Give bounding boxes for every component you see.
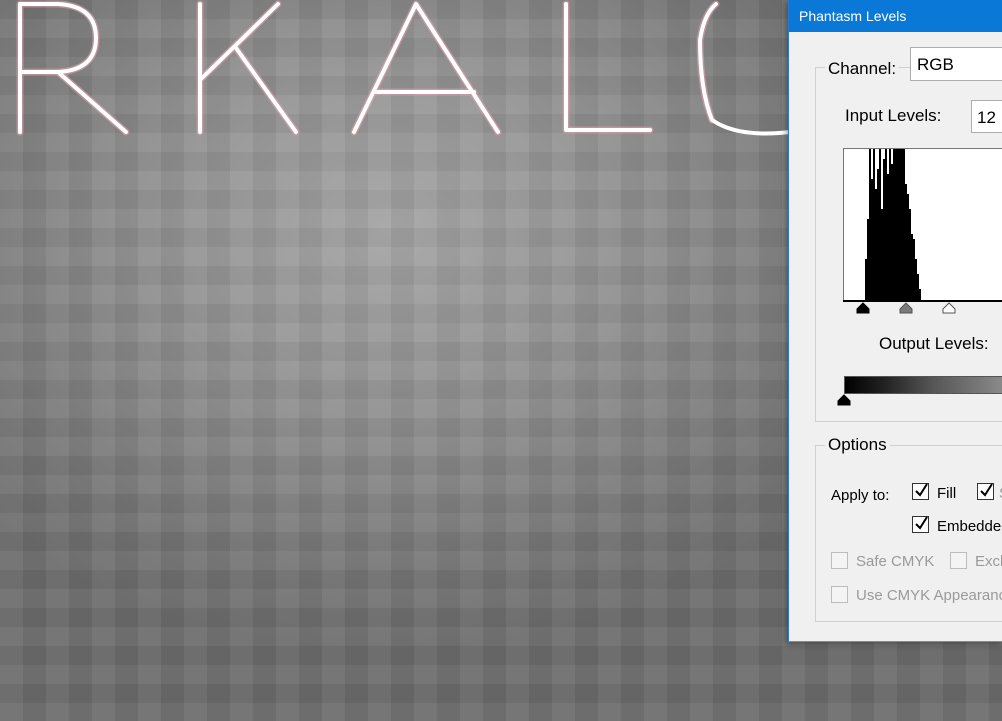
checkmark-icon [980, 483, 993, 497]
levels-histogram [843, 148, 1002, 301]
exclude-checkbox-label: Exclu [975, 553, 1002, 570]
input-levels-label: Input Levels: [845, 106, 942, 125]
checkmark-icon [915, 516, 928, 530]
dialog-body: Channel: RGB Input Levels: 12 Output Lev… [789, 32, 1002, 641]
exclude-checkbox[interactable] [950, 552, 967, 569]
output-levels-label: Output Levels: [879, 334, 989, 353]
embedded-checkbox-label: Embedded [937, 518, 1002, 535]
fill-checkbox-label: Fill [937, 485, 957, 502]
channel-dropdown[interactable]: RGB [910, 47, 1002, 81]
input-black-level-value: 12 [977, 108, 996, 127]
embedded-checkbox[interactable] [912, 516, 929, 533]
use-cmyk-appearance-checkbox-label: Use CMYK Appearance [856, 587, 1002, 604]
channel-label: Channel: [825, 59, 900, 79]
artwork-outline-text[interactable] [0, 0, 790, 140]
output-black-point-slider[interactable] [837, 394, 851, 406]
input-black-point-slider[interactable] [856, 302, 870, 314]
fill-checkbox[interactable] [912, 483, 929, 500]
channel-dropdown-value: RGB [917, 55, 954, 74]
safe-cmyk-checkbox-label: Safe CMYK [856, 553, 935, 570]
use-cmyk-appearance-checkbox[interactable] [831, 586, 848, 603]
options-legend: Options [825, 435, 890, 455]
input-black-level-field[interactable]: 12 [971, 100, 1002, 133]
apply-to-label: Apply to: [831, 487, 890, 504]
dialog-title: Phantasm Levels [799, 8, 907, 24]
input-gamma-slider[interactable] [899, 302, 913, 314]
output-levels-gradient [844, 376, 1002, 394]
stroke-checkbox[interactable] [977, 483, 994, 500]
checkmark-icon [915, 483, 928, 497]
input-white-point-slider[interactable] [942, 302, 956, 314]
phantasm-levels-dialog: Phantasm Levels Channel: RGB Input Level… [788, 0, 1002, 642]
histogram-graph [865, 149, 921, 300]
dialog-titlebar[interactable]: Phantasm Levels [789, 0, 1002, 32]
safe-cmyk-checkbox[interactable] [831, 552, 848, 569]
